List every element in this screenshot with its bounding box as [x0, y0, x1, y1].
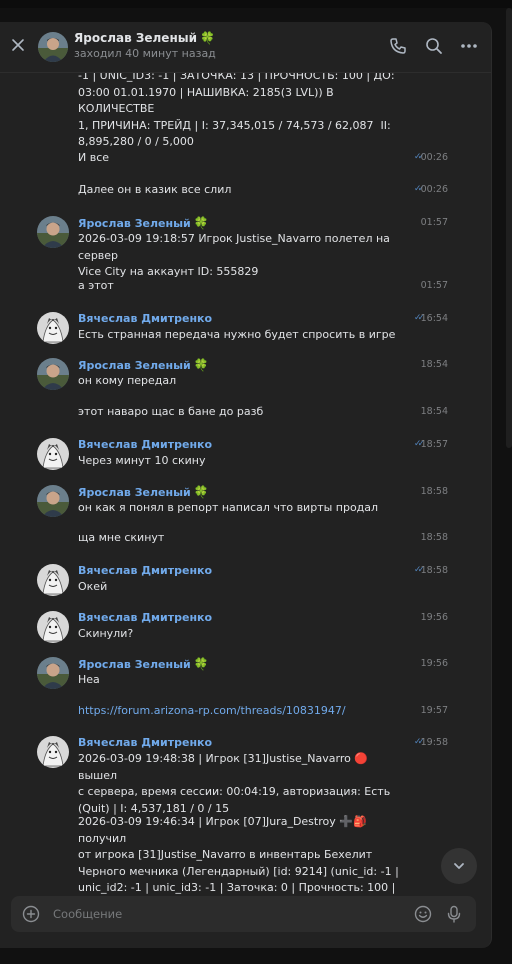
- message-text: он как я понял в репорт написал что вирт…: [78, 501, 379, 514]
- message-text: Далее он в казик все слил: [78, 183, 232, 196]
- add-icon[interactable]: [22, 905, 40, 923]
- message-time: 18:54: [420, 359, 448, 370]
- clover-icon: 🍀: [193, 485, 209, 499]
- message-text: Через минут 10 скину: [78, 454, 206, 467]
- avatar[interactable]: [38, 32, 68, 62]
- message-author[interactable]: Вячеслав Дмитренко: [78, 611, 212, 624]
- message-text: Неа: [78, 673, 100, 686]
- chevron-down-icon: [454, 863, 464, 869]
- message-time: 01:57: [420, 217, 448, 228]
- clover-icon: 🍀: [193, 216, 209, 230]
- clover-icon: 🍀: [193, 657, 209, 671]
- close-icon[interactable]: [10, 37, 26, 53]
- message-author[interactable]: Ярослав Зеленый 🍀: [78, 657, 209, 671]
- message-author[interactable]: Вячеслав Дмитренко: [78, 438, 212, 451]
- message-author[interactable]: Вячеслав Дмитренко: [78, 564, 212, 577]
- background-scrollbar: [506, 8, 512, 448]
- message-time: 18:54: [420, 406, 448, 417]
- message-time: 18:58: [420, 532, 448, 543]
- emoji-icon[interactable]: [414, 905, 432, 923]
- message-time: 18:58: [420, 565, 448, 576]
- message-text: 2026-03-09 19:46:34 | Игрок [07]Jura_Des…: [78, 815, 399, 894]
- clover-icon: 🍀: [193, 358, 209, 372]
- avatar[interactable]: [37, 485, 69, 517]
- message-text: ща мне скинут: [78, 531, 165, 544]
- message-text: И все: [78, 151, 110, 164]
- chat-header: Ярослав Зеленый 🍀 заходил 40 минут назад: [0, 22, 491, 73]
- contact-status: заходил 40 минут назад: [74, 47, 216, 60]
- message-composer[interactable]: Сообщение: [11, 896, 476, 932]
- message-time: 00:26: [420, 184, 448, 195]
- microphone-icon[interactable]: [445, 905, 463, 923]
- top-strip: [0, 0, 512, 8]
- avatar[interactable]: [37, 564, 69, 596]
- message-input[interactable]: Сообщение: [53, 907, 122, 921]
- avatar[interactable]: [37, 358, 69, 390]
- chat-window: Ярослав Зеленый 🍀 заходил 40 минут назад …: [0, 22, 492, 948]
- message-text: -1 | UNIC_ID3: -1 | ЗАТОЧКА: 13 | ПРОЧНО…: [78, 72, 395, 148]
- message-time: 16:54: [420, 313, 448, 324]
- message-text: 2026-03-09 19:48:38 | Игрок [31]Justise_…: [78, 752, 391, 815]
- search-icon[interactable]: [424, 36, 444, 56]
- message-time: 19:58: [420, 737, 448, 748]
- message-text: Окей: [78, 580, 108, 593]
- message-time: 18:57: [420, 439, 448, 450]
- clover-icon: 🍀: [200, 31, 215, 45]
- phone-icon[interactable]: [388, 36, 408, 56]
- message-text: а этот: [78, 279, 114, 292]
- avatar[interactable]: [37, 216, 69, 248]
- avatar[interactable]: [37, 657, 69, 689]
- avatar[interactable]: [37, 736, 69, 768]
- message-time: 19:56: [420, 612, 448, 623]
- more-icon[interactable]: [459, 36, 479, 56]
- message-author[interactable]: Ярослав Зеленый 🍀: [78, 485, 209, 499]
- contact-name[interactable]: Ярослав Зеленый 🍀: [74, 31, 215, 45]
- scroll-down-button[interactable]: [441, 848, 477, 884]
- message-list[interactable]: -1 | UNIC_ID3: -1 | ЗАТОЧКА: 13 | ПРОЧНО…: [0, 72, 491, 894]
- avatar[interactable]: [37, 438, 69, 470]
- message-author[interactable]: Вячеслав Дмитренко: [78, 736, 212, 749]
- message-time: 19:56: [420, 658, 448, 669]
- message-link[interactable]: https://forum.arizona-rp.com/threads/108…: [78, 703, 400, 720]
- message-time: 18:58: [420, 486, 448, 497]
- message-text: Есть странная передача нужно будет спрос…: [78, 328, 396, 341]
- message-time: 00:26: [420, 152, 448, 163]
- message-time: 19:57: [420, 705, 448, 716]
- message-text: этот наваро щас в бане до разб: [78, 405, 264, 418]
- message-text: 2026-03-09 19:18:57 Игрок Justise_Navarr…: [78, 232, 390, 278]
- message-author[interactable]: Ярослав Зеленый 🍀: [78, 358, 209, 372]
- message-time: 01:57: [420, 280, 448, 291]
- avatar[interactable]: [37, 312, 69, 344]
- message-author[interactable]: Вячеслав Дмитренко: [78, 312, 212, 325]
- avatar[interactable]: [37, 611, 69, 643]
- message-text: Скинули?: [78, 627, 134, 640]
- message-text: он кому передал: [78, 374, 177, 387]
- message-author[interactable]: Ярослав Зеленый 🍀: [78, 216, 209, 230]
